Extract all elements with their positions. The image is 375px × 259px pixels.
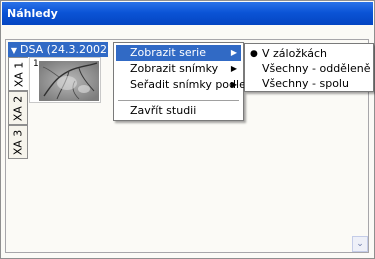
menu-item-label: Seřadit snímky podle bbox=[130, 78, 246, 91]
submenu-item-label: V záložkách bbox=[262, 47, 328, 60]
menu-item-label: Zobrazit snímky bbox=[130, 62, 219, 75]
study-label: DSA (24.3.2002) bbox=[20, 43, 112, 56]
submenu-arrow-icon: ▶ bbox=[230, 80, 237, 89]
radio-bullet-icon: ● bbox=[250, 49, 258, 59]
tab-xa-2[interactable]: XA 2 bbox=[8, 91, 28, 125]
submenu-item-all-together[interactable]: Všechny - spolu bbox=[247, 76, 371, 92]
submenu-arrow-icon: ▶ bbox=[230, 64, 237, 73]
scroll-down-icon[interactable]: ⌄ bbox=[352, 236, 368, 252]
collapse-arrow-icon[interactable]: ▼ bbox=[8, 43, 20, 58]
tab-xa-1[interactable]: XA 1 bbox=[8, 57, 28, 91]
thumbnail-number: 1 bbox=[33, 59, 39, 69]
angiography-thumbnail-image[interactable] bbox=[39, 61, 99, 101]
menu-item-show-images[interactable]: Zobrazit snímky ▶ bbox=[116, 61, 241, 77]
submenu-item-label: Všechny - odděleně bbox=[262, 62, 371, 75]
menu-item-close-study[interactable]: Zavřít studii bbox=[116, 103, 241, 119]
menu-item-show-series[interactable]: Zobrazit serie ▶ bbox=[116, 45, 241, 61]
submenu-item-in-tabs[interactable]: ● V záložkách bbox=[247, 46, 371, 62]
context-menu: Zobrazit serie ▶ Zobrazit snímky ▶ Seřad… bbox=[113, 42, 246, 121]
tab-label: XA 1 bbox=[12, 61, 25, 87]
menu-item-label: Zobrazit serie bbox=[130, 46, 206, 59]
series-submenu: ● V záložkách Všechny - odděleně Všechny… bbox=[244, 43, 374, 92]
submenu-arrow-icon: ▶ bbox=[230, 48, 237, 57]
menu-item-label: Zavřít studii bbox=[130, 104, 197, 117]
tab-xa-3[interactable]: XA 3 bbox=[8, 125, 28, 159]
tab-label: XA 2 bbox=[11, 95, 25, 121]
submenu-item-all-separate[interactable]: Všechny - odděleně bbox=[247, 61, 371, 77]
window-title: Náhledy bbox=[2, 2, 373, 25]
menu-separator bbox=[118, 100, 239, 101]
thumbnail-item[interactable]: 1 bbox=[29, 57, 101, 103]
menu-item-sort-images[interactable]: Seřadit snímky podle ▶ bbox=[116, 77, 246, 93]
tab-label: XA 3 bbox=[11, 129, 25, 155]
submenu-item-label: Všechny - spolu bbox=[262, 77, 349, 90]
study-group-header[interactable]: ▼ DSA (24.3.2002) bbox=[8, 42, 112, 58]
